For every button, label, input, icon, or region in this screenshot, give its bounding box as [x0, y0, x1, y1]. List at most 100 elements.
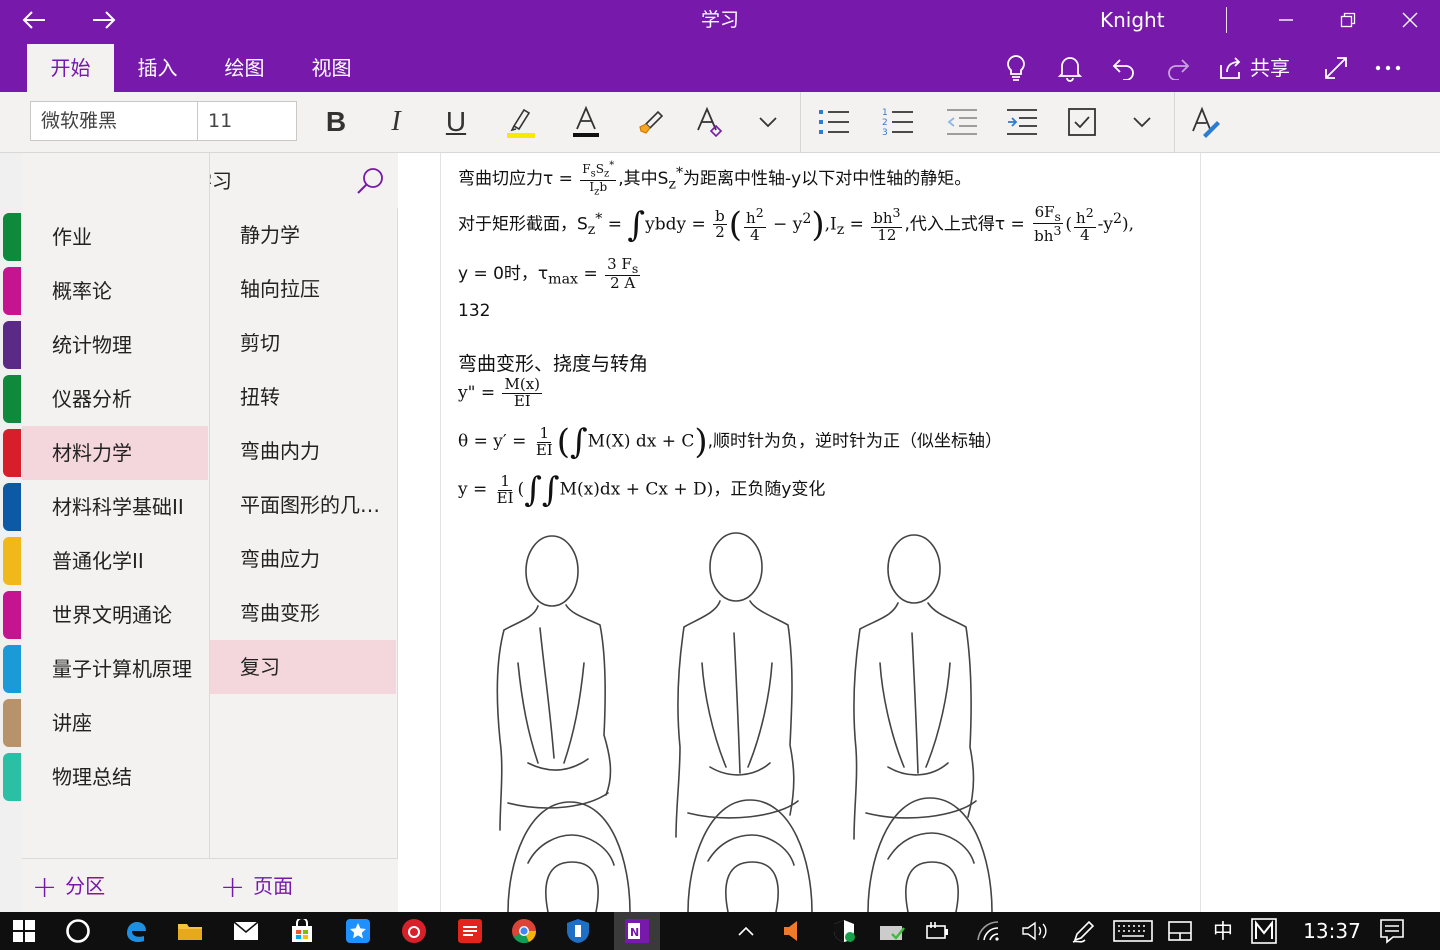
- wifi-tray-icon[interactable]: [968, 912, 1008, 950]
- section-color-tab[interactable]: [3, 645, 21, 693]
- page-item[interactable]: 平面图形的几…: [210, 478, 396, 532]
- section-item[interactable]: 量子计算机原理: [22, 642, 208, 696]
- pen-tray-icon[interactable]: [1064, 912, 1104, 950]
- note-line-curvature[interactable]: y" = M(x) EI: [458, 376, 544, 410]
- pencil-sketch-figures[interactable]: [488, 523, 1008, 912]
- section-color-tab[interactable]: [3, 321, 21, 369]
- note-line-rectangular[interactable]: 对于矩形截面，Sz* = ∫ybdy = b 2(h2 4 − y2),Iz = b…: [458, 204, 1134, 245]
- note-line-deflection[interactable]: y = 1 EI (∫∫M(x)dx + Cx + D)，正负随y变化: [458, 473, 825, 507]
- highlight-button[interactable]: [498, 100, 542, 144]
- page-canvas[interactable]: 弯曲切应力τ = FsSz* Izb ,其中Sz*为距离中性轴-y以下对中性轴的静矩…: [398, 153, 1440, 912]
- volume-tray-app[interactable]: [774, 912, 814, 950]
- section-item[interactable]: 作业: [22, 210, 208, 264]
- note-line-tau-max[interactable]: y = 0时，τmax = 3 Fs 2 A: [458, 256, 642, 292]
- more-paragraph-options-button[interactable]: [1120, 100, 1164, 144]
- ime-mode-button[interactable]: [1244, 912, 1284, 950]
- note-line-number[interactable]: 132: [458, 301, 490, 321]
- tab-home[interactable]: 开始: [27, 44, 114, 92]
- tab-draw[interactable]: 绘图: [201, 44, 288, 92]
- note-line-shear-stress[interactable]: 弯曲切应力τ = FsSz* Izb ,其中Sz*为距离中性轴-y以下对中性轴的静矩…: [458, 160, 971, 198]
- decrease-indent-button[interactable]: [940, 100, 984, 144]
- start-button[interactable]: [4, 912, 44, 950]
- increase-indent-button[interactable]: [1000, 100, 1044, 144]
- touch-keyboard-button[interactable]: [1110, 912, 1156, 950]
- share-button[interactable]: [1214, 46, 1248, 90]
- spelling-button[interactable]: [1184, 100, 1228, 144]
- section-item[interactable]: 物理总结: [22, 750, 208, 804]
- note-heading-deflection[interactable]: 弯曲变形、挠度与转角: [458, 349, 648, 376]
- section-color-tab[interactable]: [3, 267, 21, 315]
- section-item[interactable]: 概率论: [22, 264, 208, 318]
- page-item[interactable]: 轴向拉压: [210, 262, 396, 316]
- section-color-tab[interactable]: [3, 483, 21, 531]
- section-color-tab[interactable]: [3, 429, 21, 477]
- chrome-app[interactable]: [504, 912, 544, 950]
- more-font-options-button[interactable]: [746, 100, 790, 144]
- security-app[interactable]: [558, 912, 598, 950]
- bullets-button[interactable]: [812, 100, 856, 144]
- minimize-button[interactable]: [1266, 0, 1306, 40]
- section-item[interactable]: 世界文明通论: [22, 588, 208, 642]
- show-hidden-icons-button[interactable]: [726, 912, 766, 950]
- netease-music-app[interactable]: [394, 912, 434, 950]
- search-button[interactable]: [352, 163, 388, 199]
- cortana-button[interactable]: [58, 912, 98, 950]
- section-color-tab[interactable]: [3, 375, 21, 423]
- pinned-app-blue[interactable]: [338, 912, 378, 950]
- battery-tray-icon[interactable]: [918, 912, 958, 950]
- section-color-tab[interactable]: [3, 591, 21, 639]
- font-name-box[interactable]: 微软雅黑: [30, 101, 198, 141]
- page-item[interactable]: 静力学: [210, 208, 396, 262]
- restore-button[interactable]: [1328, 0, 1368, 40]
- page-item[interactable]: 弯曲内力: [210, 424, 396, 478]
- task-view-tray-icon[interactable]: [1160, 912, 1200, 950]
- page-item[interactable]: 剪切: [210, 316, 396, 370]
- italic-button[interactable]: I: [374, 100, 418, 144]
- tab-insert[interactable]: 插入: [114, 44, 201, 92]
- share-label[interactable]: 共享: [1250, 44, 1290, 92]
- font-size-box[interactable]: 11: [197, 101, 297, 141]
- section-color-tab[interactable]: [3, 537, 21, 585]
- file-explorer-app[interactable]: [170, 912, 210, 950]
- page-item[interactable]: 弯曲变形: [210, 586, 396, 640]
- defender-tray-icon[interactable]: [824, 912, 864, 950]
- volume-tray-icon[interactable]: [1016, 912, 1056, 950]
- page-item[interactable]: 复习: [210, 640, 396, 694]
- format-painter-button[interactable]: [628, 100, 672, 144]
- close-button[interactable]: [1390, 0, 1430, 40]
- section-item[interactable]: 仪器分析: [22, 372, 208, 426]
- user-name[interactable]: Knight: [1100, 0, 1165, 40]
- section-item[interactable]: 讲座: [22, 696, 208, 750]
- sync-tray-icon[interactable]: [872, 912, 912, 950]
- font-color-button[interactable]: [564, 100, 608, 144]
- styles-button[interactable]: [688, 100, 732, 144]
- add-page-button[interactable]: + 页面: [210, 858, 398, 912]
- section-item[interactable]: 材料科学基础II: [22, 480, 208, 534]
- underline-button[interactable]: U: [434, 100, 478, 144]
- store-app[interactable]: [282, 912, 322, 950]
- section-color-tab[interactable]: [3, 699, 21, 747]
- section-item[interactable]: 普通化学II: [22, 534, 208, 588]
- add-section-button[interactable]: + 分区: [22, 858, 210, 912]
- page-item[interactable]: 弯曲应力: [210, 532, 396, 586]
- section-item[interactable]: 统计物理: [22, 318, 208, 372]
- tell-me-button[interactable]: [996, 46, 1036, 90]
- clock[interactable]: 13:37: [1302, 912, 1362, 950]
- note-line-rotation[interactable]: θ = y′ = 1 EI (∫M(X) dx + C),顺时针为负，逆时针为正（似…: [458, 425, 1002, 459]
- tab-view[interactable]: 视图: [288, 44, 375, 92]
- redo-button[interactable]: [1158, 46, 1198, 90]
- numbering-button[interactable]: 123: [876, 100, 920, 144]
- onenote-app-active[interactable]: N: [614, 912, 660, 950]
- todo-tag-button[interactable]: [1060, 100, 1104, 144]
- fullscreen-button[interactable]: [1316, 46, 1356, 90]
- bold-button[interactable]: B: [314, 100, 358, 144]
- notifications-button[interactable]: [1050, 46, 1090, 90]
- youdao-app[interactable]: [450, 912, 490, 950]
- action-center-button[interactable]: [1372, 912, 1412, 950]
- mail-app[interactable]: [226, 912, 266, 950]
- section-color-tab[interactable]: [3, 753, 21, 801]
- section-item[interactable]: 材料力学: [22, 426, 208, 480]
- undo-button[interactable]: [1104, 46, 1144, 90]
- section-color-tab[interactable]: [3, 213, 21, 261]
- more-options-button[interactable]: [1368, 46, 1408, 90]
